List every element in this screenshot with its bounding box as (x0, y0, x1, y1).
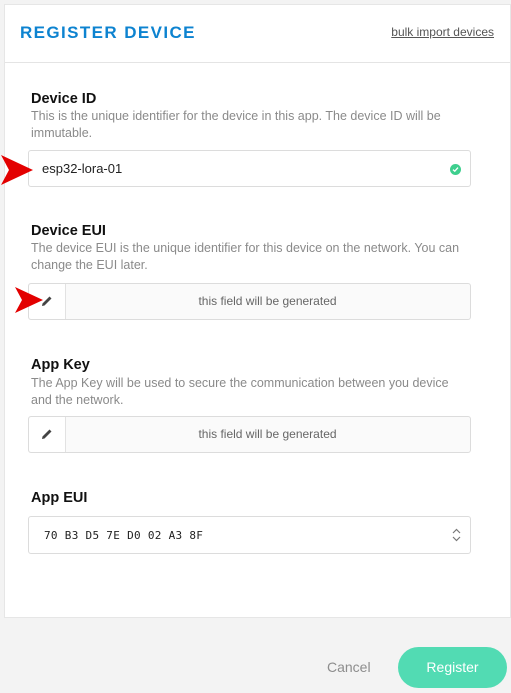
check-circle-icon (450, 164, 461, 175)
app-key-edit-button[interactable] (29, 417, 66, 452)
annotation-arrow-icon (15, 287, 43, 313)
app-key-field[interactable]: this field will be generated (28, 416, 471, 453)
device-eui-label: Device EUI (31, 223, 106, 239)
chevron-up-down-icon (452, 528, 461, 542)
device-id-description: This is the unique identifier for the de… (31, 109, 441, 140)
app-eui-value: 70 B3 D5 7E D0 02 A3 8F (44, 529, 204, 542)
device-id-label: Device ID (31, 91, 97, 107)
card-header: REGISTER DEVICE bulk import devices (5, 5, 510, 63)
cancel-button[interactable]: Cancel (327, 659, 371, 675)
app-key-description: The App Key will be used to secure the c… (31, 376, 449, 407)
app-key-placeholder: this field will be generated (198, 427, 337, 441)
bulk-import-link[interactable]: bulk import devices (391, 25, 494, 39)
device-id-value: esp32-lora-01 (42, 161, 123, 176)
device-eui-field[interactable]: this field will be generated (28, 283, 471, 320)
app-eui-select[interactable]: 70 B3 D5 7E D0 02 A3 8F (28, 516, 471, 554)
page-title: REGISTER DEVICE (20, 23, 196, 42)
device-id-input[interactable]: esp32-lora-01 (28, 150, 471, 187)
device-eui-description: The device EUI is the unique identifier … (31, 241, 460, 272)
annotation-arrow-icon (1, 155, 33, 185)
app-eui-label: App EUI (31, 490, 88, 506)
register-button[interactable]: Register (398, 647, 507, 688)
device-eui-placeholder: this field will be generated (198, 294, 337, 308)
app-key-label: App Key (31, 357, 90, 373)
pencil-icon (42, 429, 52, 439)
